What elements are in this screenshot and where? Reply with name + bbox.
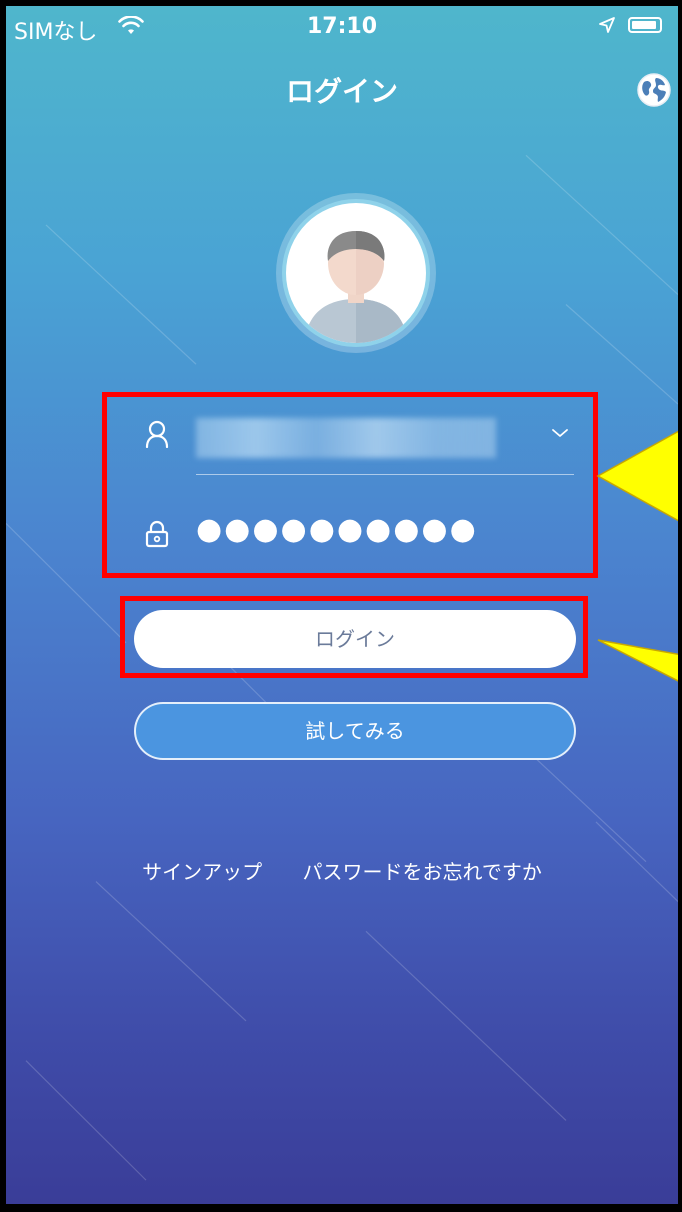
location-arrow-icon [599,17,615,33]
page-title: ログイン [285,75,398,108]
auth-links: サインアップ パスワードをお忘れですか [6,856,678,885]
clock-time: 17:10 [306,14,378,39]
screenshot-frame: SIMなし 17:10 ログイン ●●●●●●●●●● ログイン 試してみる サ… [0,0,682,1212]
annotation-box-credentials [102,392,598,578]
status-bar: SIMなし 17:10 [6,6,678,50]
avatar-icon [276,193,436,353]
battery-icon [628,17,662,33]
battery-level [632,21,656,29]
globe-icon[interactable] [636,72,672,108]
signup-link[interactable]: サインアップ [142,856,262,885]
forgot-password-link[interactable]: パスワードをお忘れですか [302,856,541,885]
annotation-box-login-button [120,596,588,678]
try-it-button[interactable]: 試してみる [134,702,576,760]
